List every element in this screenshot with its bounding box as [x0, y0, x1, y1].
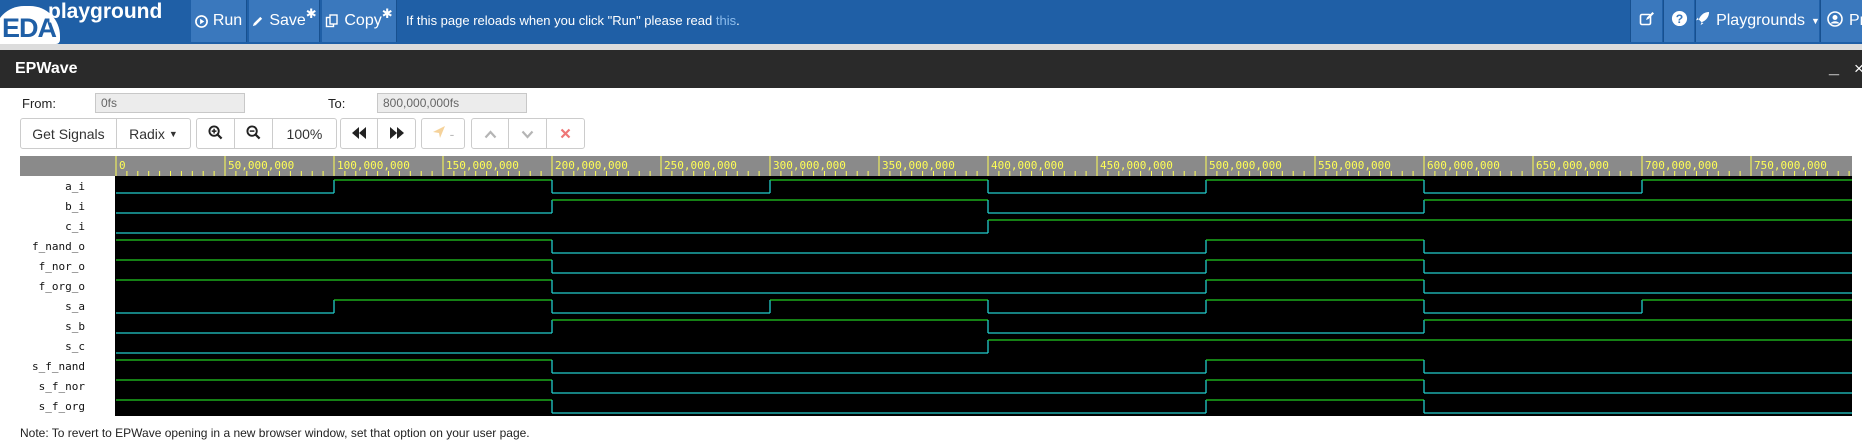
- marker-button[interactable]: -: [422, 119, 464, 148]
- move-down-button[interactable]: [509, 119, 547, 148]
- run-label: Run: [212, 12, 243, 29]
- signal-name-a-i: a_i: [65, 180, 85, 193]
- chevron-up-icon: [484, 126, 497, 142]
- copy-icon: [325, 14, 339, 28]
- signal-name-s-f-org: s_f_org: [39, 400, 85, 413]
- user-circle-icon: [1827, 10, 1843, 32]
- minimize-button[interactable]: _: [1829, 57, 1839, 78]
- rocket-icon: [1695, 11, 1710, 31]
- pencil-icon: [251, 15, 264, 28]
- footer-note: Note: To revert to EPWave opening in a n…: [20, 426, 530, 440]
- reload-notice-link[interactable]: this: [716, 13, 736, 28]
- ruler-tick-label: 350,000,000: [882, 159, 955, 172]
- from-label: From:: [22, 96, 56, 111]
- epwave-title: EPWave: [15, 60, 78, 77]
- marker-button-group: -: [421, 118, 465, 149]
- ruler-corner: [20, 156, 115, 176]
- zoom-out-icon: [246, 124, 261, 143]
- playgrounds-label: Playgrounds: [1716, 12, 1806, 29]
- close-button[interactable]: ×: [1854, 59, 1862, 79]
- ruler-tick-label: 300,000,000: [773, 159, 846, 172]
- epwave-titlebar: EPWave _ ×: [0, 50, 1862, 88]
- reload-notice-text: If this page reloads when you click "Run…: [406, 13, 716, 28]
- zoom-in-button[interactable]: [197, 119, 236, 148]
- navigation-button-group: [340, 118, 416, 149]
- eda-playground-logo[interactable]: EDA playground: [0, 0, 190, 44]
- top-navbar: EDA playground Run Save✱ Copy✱ If this p…: [0, 0, 1862, 44]
- reload-notice-end: .: [736, 13, 740, 28]
- fast-forward-icon: [389, 126, 405, 142]
- move-up-button[interactable]: [472, 119, 510, 148]
- signal-name-s-a: s_a: [65, 300, 85, 313]
- get-signals-label: Get Signals: [32, 125, 105, 142]
- signal-name-b-i: b_i: [65, 200, 85, 213]
- close-x-icon: [560, 126, 571, 142]
- go-to-end-button[interactable]: [378, 119, 415, 148]
- zoom-in-icon: [208, 124, 223, 143]
- ruler-tick-label: 550,000,000: [1318, 159, 1391, 172]
- edit-profile-button[interactable]: [1630, 0, 1662, 42]
- caret-down-icon: ▼: [168, 128, 178, 139]
- ruler-tick-label: 250,000,000: [664, 159, 737, 172]
- save-button[interactable]: Save✱: [249, 0, 320, 42]
- from-field[interactable]: 0fs: [95, 93, 245, 113]
- marker-arrow-icon: [432, 125, 446, 142]
- signal-name-c-i: c_i: [65, 220, 85, 233]
- zoom-out-button[interactable]: [235, 119, 273, 148]
- edit-button-group: [471, 118, 585, 149]
- fast-backward-icon: [351, 126, 367, 142]
- copy-star-icon: ✱: [381, 6, 393, 21]
- to-label: To:: [328, 96, 346, 111]
- playgrounds-dropdown[interactable]: Playgrounds ▼: [1695, 0, 1820, 42]
- remove-signal-button[interactable]: [547, 119, 584, 148]
- profile-menu[interactable]: Pr: [1820, 0, 1862, 42]
- get-signals-button[interactable]: Get Signals: [21, 119, 117, 148]
- save-label: Save: [269, 12, 306, 29]
- help-button[interactable]: ?: [1663, 0, 1694, 42]
- ruler-tick-label: 500,000,000: [1209, 159, 1282, 172]
- question-circle-icon: ?: [1671, 10, 1688, 32]
- play-circle-icon: [194, 14, 208, 28]
- marker-label: -: [449, 125, 455, 142]
- signal-name-s-f-nand: s_f_nand: [32, 360, 85, 373]
- ruler-tick-label: 650,000,000: [1536, 159, 1609, 172]
- edit-square-icon: [1639, 11, 1655, 32]
- logo-playground-text: playground: [48, 0, 163, 23]
- zoom-level-label: 100%: [286, 125, 323, 142]
- signal-name-s-c: s_c: [65, 340, 85, 353]
- ruler-tick-label: 450,000,000: [1100, 159, 1173, 172]
- signal-name-f-nand-o: f_nand_o: [32, 240, 85, 253]
- copy-label: Copy: [344, 12, 382, 29]
- ruler-tick-label: 0: [119, 159, 126, 172]
- signal-name-s-f-nor: s_f_nor: [39, 380, 86, 393]
- ruler-tick-label: 150,000,000: [446, 159, 519, 172]
- signal-name-f-org-o: f_org_o: [39, 280, 85, 293]
- radix-dropdown[interactable]: Radix ▼: [117, 119, 190, 148]
- signal-name-f-nor-o: f_nor_o: [39, 260, 85, 273]
- ruler-tick-label: 400,000,000: [991, 159, 1064, 172]
- ruler-tick-label: 50,000,000: [228, 159, 294, 172]
- profile-label: Pr: [1849, 12, 1862, 29]
- copy-button[interactable]: Copy✱: [322, 0, 397, 42]
- svg-text:?: ?: [1675, 12, 1683, 26]
- ruler-tick-label: 600,000,000: [1427, 159, 1500, 172]
- unsaved-star-icon: ✱: [305, 6, 317, 21]
- reload-notice: If this page reloads when you click "Run…: [406, 13, 740, 28]
- run-button[interactable]: Run: [191, 0, 247, 42]
- ruler-tick-label: 200,000,000: [555, 159, 628, 172]
- ruler-tick-label: 750,000,000: [1754, 159, 1827, 172]
- zoom-button-group: 100%: [196, 118, 337, 149]
- chevron-down-icon: ▼: [1811, 16, 1820, 26]
- to-field[interactable]: 800,000,000fs: [377, 93, 527, 113]
- ruler-tick-label: 100,000,000: [337, 159, 410, 172]
- zoom-level-button[interactable]: 100%: [273, 119, 336, 148]
- ruler-tick-label: 700,000,000: [1645, 159, 1718, 172]
- chevron-down-icon: [521, 126, 534, 142]
- signal-name-s-b: s_b: [65, 320, 85, 333]
- wave-background: [20, 156, 1852, 416]
- go-to-start-button[interactable]: [341, 119, 379, 148]
- signals-button-group: Get Signals Radix ▼: [20, 118, 191, 149]
- waveform-viewer[interactable]: 0 50,000,000 100,000,000 150,000,000 200,000…: [20, 156, 1852, 416]
- radix-label: Radix: [129, 125, 165, 142]
